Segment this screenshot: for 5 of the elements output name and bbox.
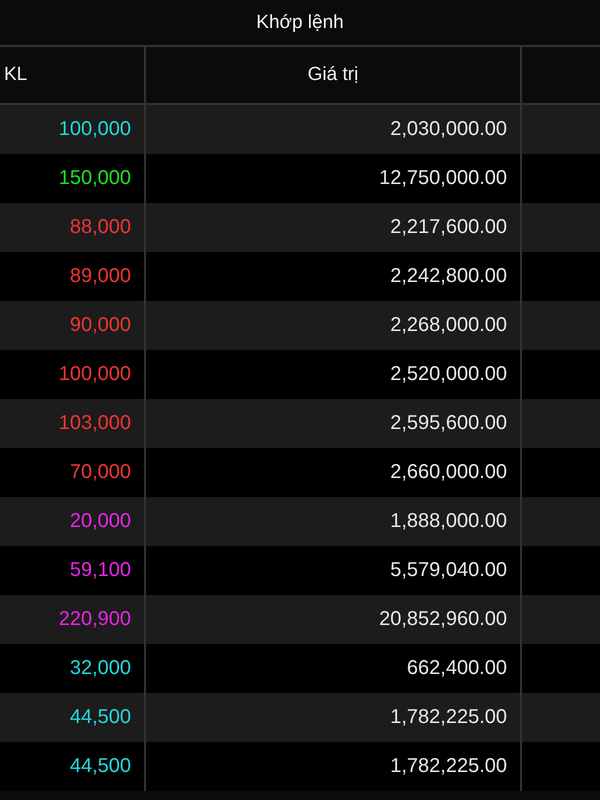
volume-cell: 44,500 (0, 742, 146, 791)
panel-title: Khớp lệnh (256, 12, 344, 34)
column-header: KL (0, 47, 146, 103)
value-cell: 1,782,225.00 (146, 742, 522, 791)
column-header: Giá trị (146, 47, 522, 103)
